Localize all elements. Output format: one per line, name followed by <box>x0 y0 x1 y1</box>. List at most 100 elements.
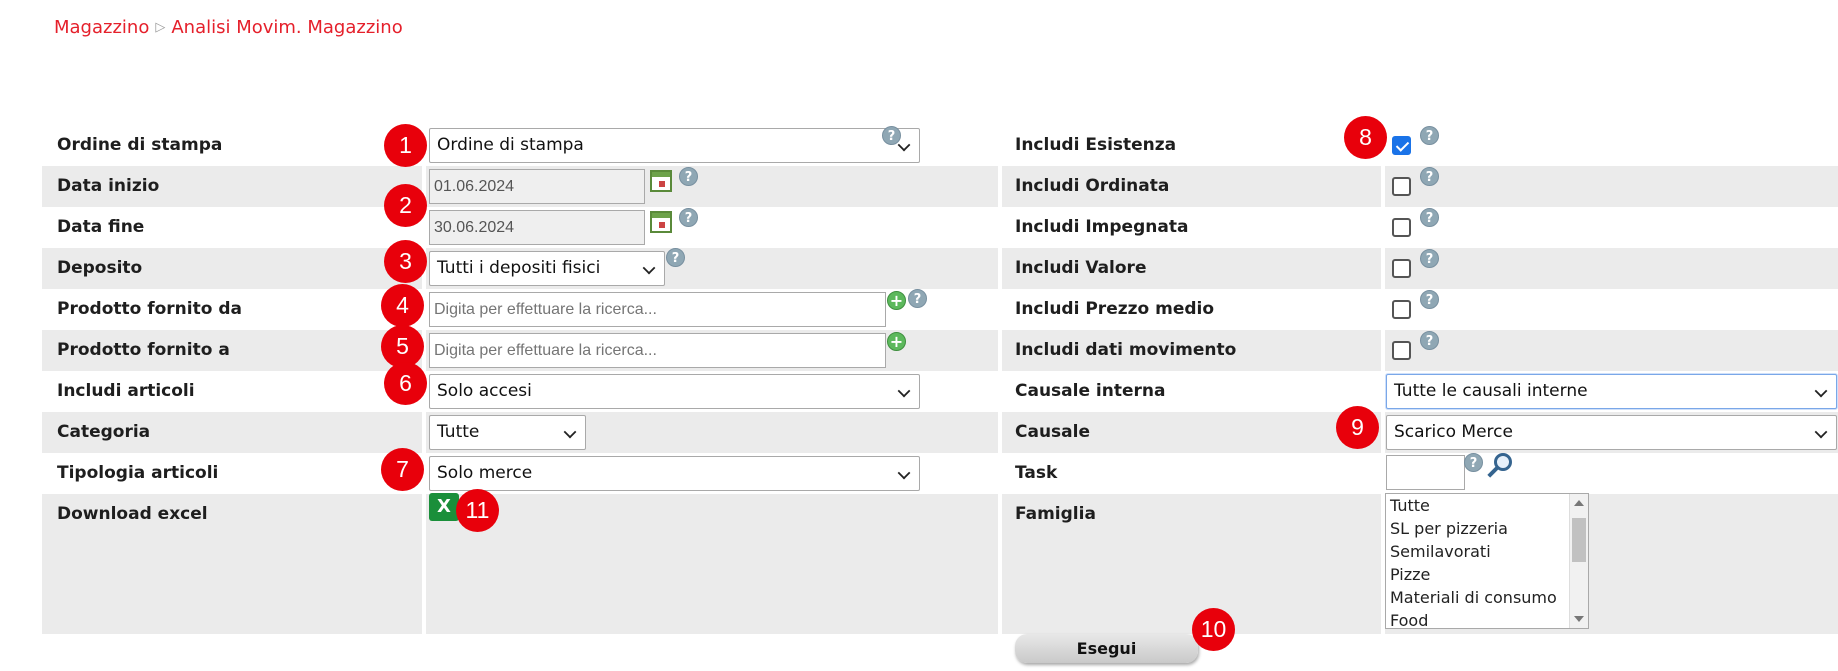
breadcrumb-parent[interactable]: Magazzino <box>54 17 149 38</box>
help-icon[interactable]: ? <box>666 248 685 267</box>
row-reason: Causale Scarico Merce <box>1002 412 1838 453</box>
help-icon[interactable]: ? <box>1420 331 1439 350</box>
print-order-value: Ordine di stampa <box>437 135 584 155</box>
help-icon[interactable]: ? <box>1420 249 1439 268</box>
task-input[interactable] <box>1386 455 1465 490</box>
include-items-value: Solo accesi <box>437 381 532 401</box>
include-movement-data-checkbox[interactable] <box>1392 341 1411 360</box>
include-value-checkbox[interactable] <box>1392 259 1411 278</box>
category-label: Categoria <box>57 422 151 442</box>
internal-reason-select[interactable]: Tutte le causali interne <box>1386 374 1837 409</box>
row-start-date: Data inizio ? <box>42 166 998 207</box>
annotation-badge-6: 6 <box>384 362 427 405</box>
product-from-search-input[interactable] <box>429 292 886 327</box>
search-icon[interactable] <box>1484 451 1514 481</box>
print-order-label: Ordine di stampa <box>57 135 223 155</box>
product-to-search-input[interactable] <box>429 333 886 368</box>
help-icon[interactable]: ? <box>908 289 927 308</box>
breadcrumb: Magazzino ▷ Analisi Movim. Magazzino <box>54 17 403 38</box>
excel-icon[interactable]: X <box>429 493 459 521</box>
help-icon[interactable]: ? <box>1420 126 1439 145</box>
help-icon[interactable]: ? <box>1420 208 1439 227</box>
listbox-scrollbar[interactable] <box>1569 494 1588 628</box>
row-include-stock: Includi Esistenza ? <box>1002 125 1838 166</box>
annotation-badge-8: 8 <box>1344 116 1387 159</box>
help-icon[interactable]: ? <box>679 208 698 227</box>
item-type-select[interactable]: Solo merce <box>429 456 920 491</box>
row-end-date: Data fine ? <box>42 207 998 248</box>
end-date-input[interactable] <box>429 210 645 245</box>
annotation-badge-10: 10 <box>1192 608 1235 651</box>
family-option[interactable]: SL per pizzeria <box>1386 517 1588 540</box>
warehouse-select[interactable]: Tutti i depositi fisici <box>429 251 665 286</box>
include-committed-label: Includi Impegnata <box>1015 217 1189 237</box>
scroll-down-icon[interactable] <box>1574 616 1584 622</box>
task-label: Task <box>1015 463 1058 483</box>
internal-reason-value: Tutte le causali interne <box>1394 381 1588 401</box>
chevron-down-icon <box>897 384 911 398</box>
product-from-label: Prodotto fornito da <box>57 299 242 319</box>
annotation-badge-9: 9 <box>1336 406 1379 449</box>
breadcrumb-separator-icon: ▷ <box>155 20 166 35</box>
scrollbar-thumb[interactable] <box>1572 518 1586 562</box>
help-icon[interactable]: ? <box>1464 453 1483 472</box>
reason-select[interactable]: Scarico Merce <box>1386 415 1837 450</box>
chevron-down-icon <box>897 466 911 480</box>
row-download-excel: Download excel <box>42 494 998 634</box>
row-warehouse: Deposito Tutti i depositi fisici ? <box>42 248 998 289</box>
annotation-badge-3: 3 <box>384 240 427 283</box>
calendar-icon[interactable] <box>650 211 672 233</box>
row-category: Categoria Tutte <box>42 412 998 453</box>
help-icon[interactable]: ? <box>679 167 698 186</box>
category-select[interactable]: Tutte <box>429 415 586 450</box>
chevron-down-icon <box>563 425 577 439</box>
include-committed-checkbox[interactable] <box>1392 218 1411 237</box>
family-option[interactable]: Materiali di consumo <box>1386 586 1588 609</box>
row-item-type: Tipologia articoli Solo merce <box>42 453 998 494</box>
row-task: Task ? <box>1002 453 1838 494</box>
family-option[interactable]: Semilavorati <box>1386 540 1588 563</box>
help-icon[interactable]: ? <box>1420 290 1439 309</box>
warehouse-label: Deposito <box>57 258 143 278</box>
scroll-up-icon[interactable] <box>1574 500 1584 506</box>
add-icon[interactable]: + <box>887 291 906 310</box>
include-stock-label: Includi Esistenza <box>1015 135 1177 155</box>
category-value: Tutte <box>437 422 480 442</box>
family-listbox[interactable]: Tutte SL per pizzeria Semilavorati Pizze… <box>1385 493 1589 629</box>
family-option[interactable]: Food <box>1386 609 1588 628</box>
reason-label: Causale <box>1015 422 1090 442</box>
family-option[interactable]: Pizze <box>1386 563 1588 586</box>
left-filter-panel: Ordine di stampa Ordine di stampa ? Data… <box>42 125 998 634</box>
help-icon[interactable]: ? <box>882 126 901 145</box>
row-product-to: Prodotto fornito a + <box>42 330 998 371</box>
row-include-committed: Includi Impegnata ? <box>1002 207 1838 248</box>
calendar-icon[interactable] <box>650 170 672 192</box>
include-ordered-checkbox[interactable] <box>1392 177 1411 196</box>
include-avg-price-checkbox[interactable] <box>1392 300 1411 319</box>
reason-value: Scarico Merce <box>1394 422 1513 442</box>
include-items-select[interactable]: Solo accesi <box>429 374 920 409</box>
family-option[interactable]: Tutte <box>1386 494 1588 517</box>
internal-reason-label: Causale interna <box>1015 381 1166 401</box>
include-stock-checkbox[interactable] <box>1392 136 1411 155</box>
run-button[interactable]: Esegui <box>1015 634 1198 663</box>
annotation-badge-4: 4 <box>381 284 424 327</box>
start-date-input[interactable] <box>429 169 645 204</box>
include-value-label: Includi Valore <box>1015 258 1147 278</box>
row-include-value: Includi Valore ? <box>1002 248 1838 289</box>
include-ordered-label: Includi Ordinata <box>1015 176 1170 196</box>
row-include-ordered: Includi Ordinata ? <box>1002 166 1838 207</box>
row-print-order: Ordine di stampa Ordine di stampa ? <box>42 125 998 166</box>
row-internal-reason: Causale interna Tutte le causali interne <box>1002 371 1838 412</box>
annotation-badge-1: 1 <box>384 124 427 167</box>
help-icon[interactable]: ? <box>1420 167 1439 186</box>
breadcrumb-current[interactable]: Analisi Movim. Magazzino <box>171 17 402 38</box>
row-product-from: Prodotto fornito da + ? <box>42 289 998 330</box>
row-include-avg-price: Includi Prezzo medio ? <box>1002 289 1838 330</box>
download-excel-label: Download excel <box>57 504 208 524</box>
include-items-label: Includi articoli <box>57 381 195 401</box>
print-order-select[interactable]: Ordine di stampa <box>429 128 920 163</box>
warehouse-value: Tutti i depositi fisici <box>437 258 601 278</box>
add-icon[interactable]: + <box>887 332 906 351</box>
row-include-items: Includi articoli Solo accesi <box>42 371 998 412</box>
